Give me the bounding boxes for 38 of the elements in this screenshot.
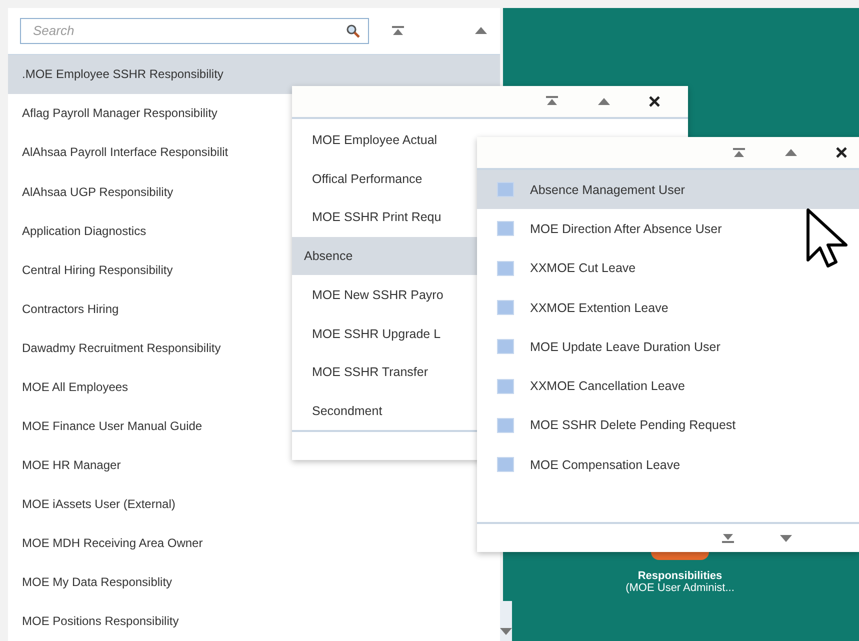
scroll-up-icon[interactable] — [597, 98, 611, 105]
scroll-up-icon[interactable] — [784, 149, 798, 156]
submenu-item[interactable]: Secondment — [292, 392, 477, 430]
submenu-item[interactable]: Absence — [292, 236, 477, 276]
tile-accent — [651, 552, 709, 560]
function-icon — [497, 260, 514, 276]
function-icon — [497, 378, 514, 394]
scroll-up-icon[interactable] — [474, 27, 488, 34]
responsibility-item[interactable]: MOE My Data Responsiblity — [8, 562, 500, 602]
function-icon — [497, 300, 514, 316]
search-icon[interactable] — [346, 24, 360, 38]
function-item[interactable]: MOE Direction After Absence User — [477, 209, 859, 249]
scrollbar[interactable] — [500, 601, 512, 641]
scroll-to-top-icon[interactable] — [391, 26, 406, 36]
search-field[interactable]: Search — [20, 18, 370, 44]
scroll-down-icon[interactable] — [499, 628, 513, 635]
function-item[interactable]: Absence Management User — [477, 170, 859, 210]
function-icon — [497, 339, 514, 354]
scroll-to-bottom-icon[interactable] — [721, 533, 735, 543]
function-icon — [497, 457, 514, 472]
function-item[interactable]: MOE SSHR Delete Pending Request — [477, 406, 859, 446]
function-icon — [497, 418, 514, 433]
function-item[interactable]: XXMOE Extention Leave — [477, 288, 859, 328]
scroll-down-icon[interactable] — [779, 534, 793, 542]
function-icon — [497, 182, 514, 198]
responsibility-item[interactable]: .MOE Employee SSHR Responsibility — [8, 54, 500, 94]
function-item[interactable]: MOE Update Leave Duration User — [477, 327, 859, 366]
function-item[interactable]: XXMOE Cut Leave — [477, 248, 859, 288]
function-item[interactable]: XXMOE Cancellation Leave — [477, 366, 859, 406]
function-item[interactable]: MOE Compensation Leave — [477, 445, 859, 484]
scroll-to-top-icon[interactable] — [732, 148, 746, 158]
close-icon[interactable] — [649, 96, 660, 107]
close-icon[interactable] — [836, 147, 847, 158]
scroll-to-top-icon[interactable] — [545, 96, 559, 106]
tile-title: Responsibilities — [638, 570, 722, 582]
function-icon — [497, 221, 514, 236]
tile-subtitle: (MOE User Administ... — [626, 582, 734, 594]
responsibility-item[interactable]: MOE Positions Responsibility — [8, 602, 500, 641]
